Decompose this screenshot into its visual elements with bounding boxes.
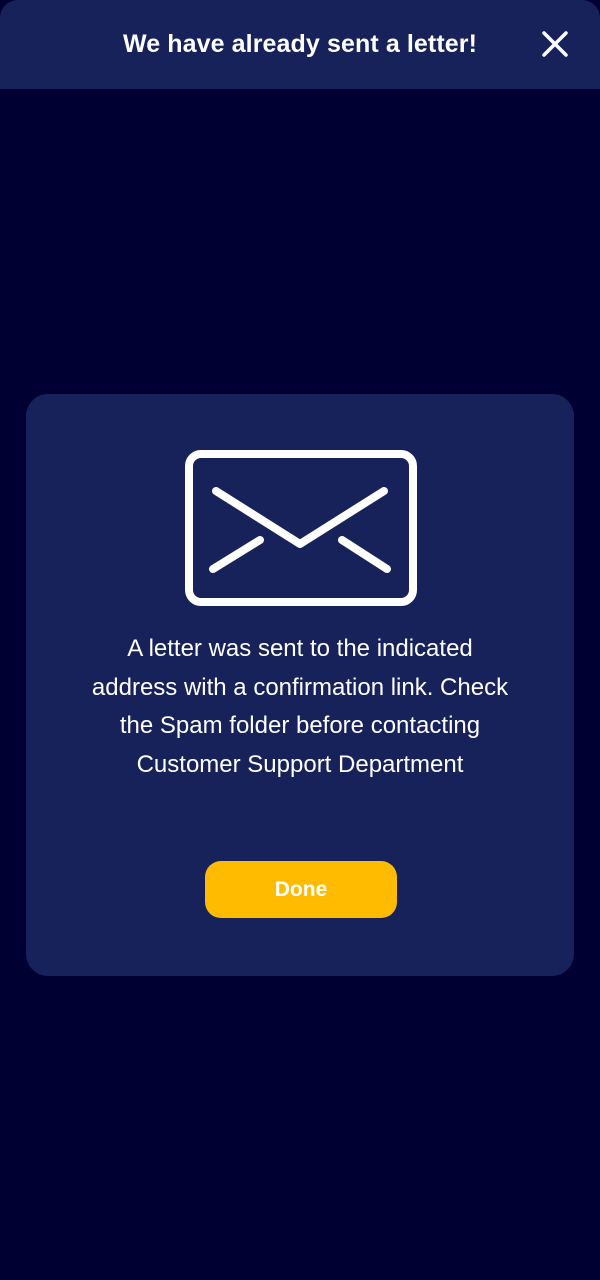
confirmation-message: A letter was sent to the indicated addre… (91, 635, 509, 778)
close-button[interactable] (535, 24, 575, 64)
confirmation-card: A letter was sent to the indicated addre… (26, 394, 574, 976)
modal-title: We have already sent a letter! (122, 30, 478, 58)
done-button[interactable]: Done (205, 861, 397, 918)
close-icon (542, 31, 568, 57)
envelope-icon (185, 450, 417, 606)
modal-header: We have already sent a letter! (0, 0, 600, 89)
